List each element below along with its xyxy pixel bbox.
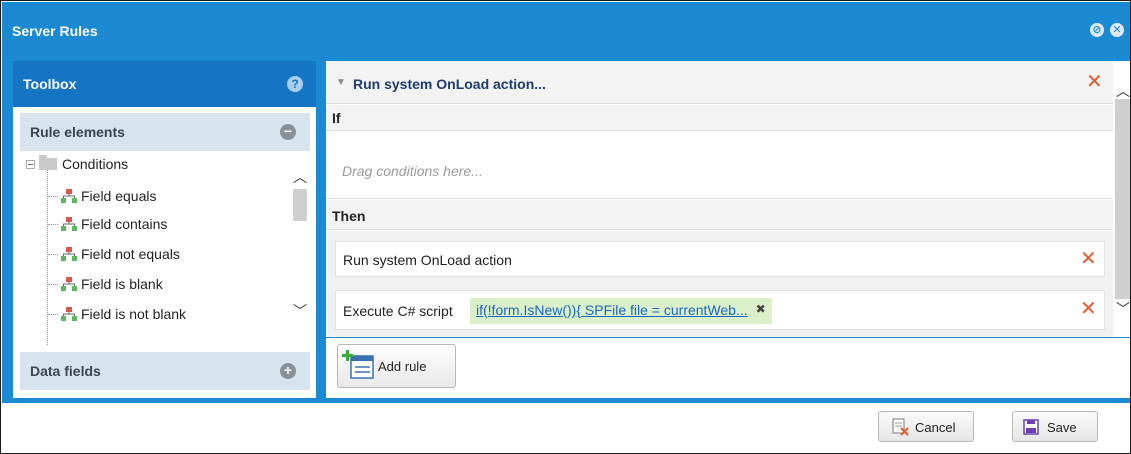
save-icon [1023,419,1039,435]
action-item[interactable]: Execute C# script if(!form.IsNew()){ SPF… [335,290,1105,330]
rule-title: Run system OnLoad action... [353,76,546,92]
tree-item-field-is-not-blank[interactable]: Field is not blank [60,301,186,327]
chevron-down-icon[interactable]: ﹀ [1116,299,1130,319]
title-bar: Server Rules ⊘ ✕ [2,2,1130,58]
add-rule-button[interactable]: Add rule [337,344,456,388]
help-icon[interactable]: ? [287,76,303,92]
dialog-title: Server Rules [12,23,98,39]
then-label: Then [332,208,366,224]
scroll-thumb[interactable] [293,189,307,221]
tree-collapse-icon[interactable] [26,159,35,169]
delete-rule-icon[interactable]: ✕ [1086,72,1103,92]
rule-node-icon [61,277,77,291]
delete-action-icon[interactable]: ✕ [1080,299,1097,319]
if-label: If [332,110,341,126]
script-chip[interactable]: if(!form.IsNew()){ SPFile file = current… [470,298,772,324]
tree-item-label: Field is not blank [81,306,187,322]
scroll-thumb[interactable] [1115,99,1130,299]
rule-elements-header[interactable]: Rule elements − [20,113,310,151]
drop-placeholder: Drag conditions here... [342,163,483,179]
action-item[interactable]: Run system OnLoad action ✕ [335,241,1105,277]
action-label: Execute C# script [343,303,453,319]
chevron-up-icon[interactable]: ︿ [293,167,307,187]
conditions-drop-zone[interactable]: Drag conditions here... [326,131,1113,199]
rule-node-icon [61,247,77,261]
data-fields-title: Data fields [30,363,101,379]
rule-elements-tree: Conditions Field equals Field contains F… [20,151,310,348]
rule-node-icon [61,217,77,231]
script-link[interactable]: if(!form.IsNew()){ SPFile file = current… [476,302,748,324]
toolbox-panel: Toolbox ? Rule elements − Conditions Fie… [13,61,316,398]
add-rule-area: Add rule [326,337,1130,398]
rules-scrollbar[interactable]: ︿ ﹀ [1113,61,1130,337]
action-label: Run system OnLoad action [343,252,512,268]
toolbox-header: Toolbox ? [13,61,316,107]
remove-script-icon[interactable]: ✖ [756,302,766,324]
chevron-down-icon[interactable]: ﹀ [293,301,307,321]
tree-connector-line [47,165,48,345]
folder-icon [39,155,57,170]
tree-item-field-equals[interactable]: Field equals [60,183,157,209]
then-section-header: Then [326,200,1113,230]
chevron-up-icon[interactable]: ︿ [1116,81,1130,101]
delete-action-icon[interactable]: ✕ [1080,249,1097,269]
tree-item-label: Field equals [81,188,157,204]
add-rule-label: Add rule [378,359,427,374]
actions-list: Run system OnLoad action ✕ Execute C# sc… [326,231,1113,337]
save-label: Save [1047,420,1077,435]
close-icon[interactable]: ✕ [1110,23,1124,37]
tree-item-label: Field contains [81,216,168,232]
cancel-icon [892,418,909,436]
tree-item-field-not-equals[interactable]: Field not equals [60,241,180,267]
tree-scrollbar[interactable]: ︿ ﹀ [290,151,310,348]
expand-icon[interactable]: + [280,363,296,379]
add-rule-icon [342,350,374,379]
save-button[interactable]: Save [1012,411,1098,442]
cancel-label: Cancel [915,420,956,435]
rule-elements-title: Rule elements [30,124,125,140]
tree-item-label: Field not equals [81,246,180,262]
dialog-footer: Cancel Save [2,403,1130,453]
rule-node-icon [61,189,77,203]
rule-node-icon [61,307,77,321]
cancel-button[interactable]: Cancel [878,411,974,442]
rule-header[interactable]: ▼ Run system OnLoad action... ✕ [326,61,1113,104]
tree-item-label: Field is blank [81,276,163,292]
rules-panel: ▼ Run system OnLoad action... ✕ If Drag … [326,61,1130,398]
tree-item-field-is-blank[interactable]: Field is blank [60,271,163,297]
if-section-header: If [326,105,1113,131]
server-rules-dialog: Server Rules ⊘ ✕ Toolbox ? Rule elements… [0,0,1131,454]
caret-down-icon[interactable]: ▼ [336,77,346,88]
tree-item-field-contains[interactable]: Field contains [60,211,167,237]
tree-folder-label: Conditions [62,156,129,172]
tree-folder-conditions[interactable]: Conditions [26,151,128,177]
data-fields-header[interactable]: Data fields + [20,352,310,390]
collapse-icon[interactable]: − [280,124,296,140]
toolbox-title: Toolbox [23,76,77,92]
restore-icon[interactable]: ⊘ [1090,23,1104,37]
